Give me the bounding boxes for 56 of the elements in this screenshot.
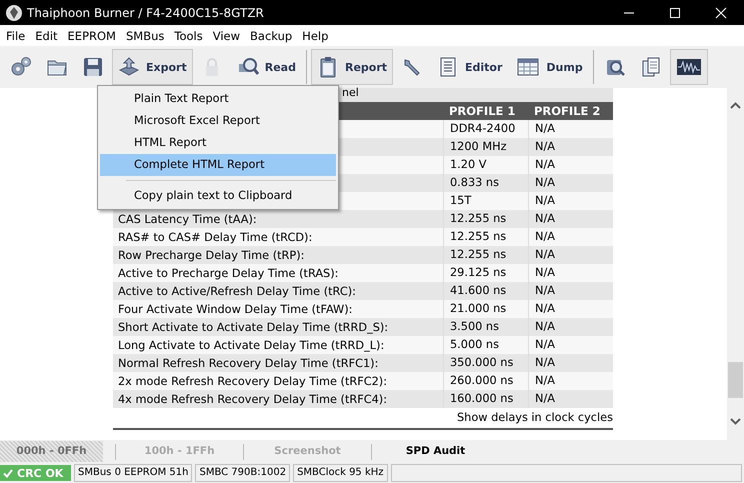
gear-icon (10, 56, 32, 78)
toolbar-button[interactable] (670, 49, 708, 85)
toolbar-button[interactable]: Dump (510, 49, 589, 85)
menu-item[interactable]: Help (299, 28, 336, 42)
row-label: Active to Precharge Delay Time (tRAS): (118, 266, 338, 280)
check-icon (3, 468, 13, 478)
row-label: RAS# to CAS# Delay Time (tRCD): (118, 230, 312, 244)
row-label: Normal Refresh Recovery Delay Time (tRFC1): (118, 356, 378, 370)
menu-item[interactable]: Tools (171, 28, 210, 42)
export-icon (118, 56, 140, 78)
row-label: CAS Latency Time (tAA): (118, 212, 257, 226)
status-field: SMBClock 95 kHz (293, 464, 388, 482)
row-label: 2x mode Refresh Recovery Delay Time (tRFC2): (118, 374, 388, 388)
row-label: Long Activate to Activate Delay Time (tRRD_L): (118, 338, 384, 352)
menu-item[interactable]: SMBus (122, 28, 172, 42)
menu-item[interactable]: EEPROM (64, 28, 123, 42)
grid-icon (516, 56, 540, 78)
app-logo-icon (5, 4, 23, 22)
tab[interactable]: SPD Audit (384, 441, 487, 462)
toolbar-button[interactable]: Editor (431, 49, 508, 85)
menu-item[interactable]: Edit (32, 28, 65, 42)
row-label: Four Activate Window Delay Time (tFAW): (118, 302, 352, 316)
row-label: 4x mode Refresh Recovery Delay Time (tRFC4): (118, 392, 388, 406)
magnifier-icon (236, 56, 259, 78)
toolbar-button[interactable]: Export (112, 49, 193, 85)
menu-item[interactable]: View (210, 28, 248, 42)
crc-text: CRC OK (17, 466, 64, 480)
copy-icon (640, 56, 662, 78)
save-icon (82, 56, 104, 78)
column-header: PROFILE 1 (448, 103, 516, 120)
window-title: Thaiphoon Burner / F4-2400C15-8GTZR (27, 6, 265, 20)
menu-item[interactable]: Backup (247, 28, 300, 42)
menu-item[interactable]: HTML Report (100, 132, 336, 154)
scroll-up-icon[interactable] (730, 102, 741, 109)
status-field: SMBus 0 EEPROM 51h (74, 464, 192, 482)
status-field: SMBC 790B:1002 (195, 464, 290, 482)
maximize-icon (669, 6, 681, 18)
menu-item[interactable]: Microsoft Excel Report (100, 110, 336, 132)
row-label: Short Activate to Activate Delay Time (tRRD_S): (118, 320, 388, 334)
toolbar-button[interactable]: Read (230, 49, 302, 85)
scroll-down-icon[interactable] (730, 418, 741, 425)
table-cell: 160.000 ns (443, 390, 528, 408)
waveform-icon (676, 56, 702, 78)
toolbar-button[interactable]: Report (310, 49, 394, 85)
column-header: PROFILE 2 (533, 103, 602, 120)
menu-item[interactable]: Copy plain text to Clipboard (100, 185, 336, 207)
close-icon (715, 6, 727, 18)
table-cell: N/A (528, 390, 613, 408)
menu-item[interactable]: Complete HTML Report (100, 154, 336, 176)
section-title: nel (342, 86, 359, 99)
row-label: Active to Active/Refresh Delay Time (tRC): (118, 284, 356, 298)
show-delays-link[interactable]: Show delays in clock cycles (457, 410, 613, 424)
row-label: Row Precharge Delay Time (tRP): (118, 248, 304, 262)
menu-item[interactable]: Plain Text Report (100, 88, 336, 110)
scroll-thumb[interactable] (728, 362, 743, 398)
menu-item[interactable]: File (3, 28, 32, 42)
